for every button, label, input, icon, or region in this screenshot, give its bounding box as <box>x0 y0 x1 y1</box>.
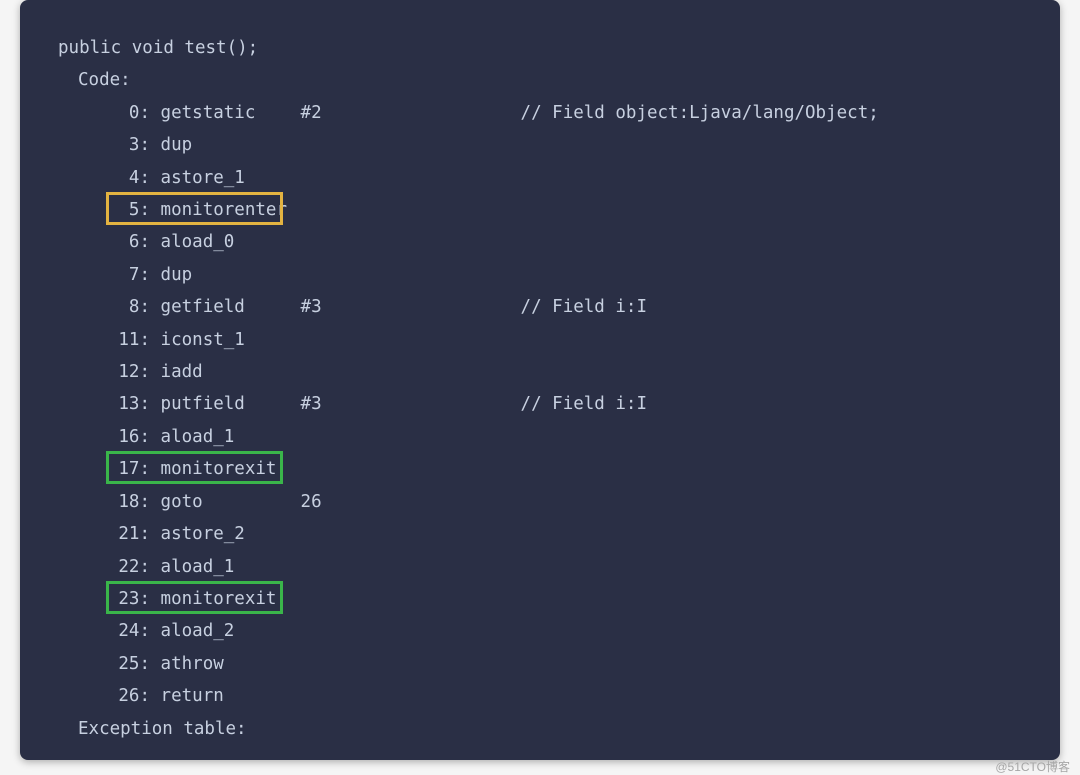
opcode: dup <box>161 129 301 161</box>
opcode: return <box>161 680 301 712</box>
operand: #3 <box>301 291 521 323</box>
line-number: 17: <box>98 453 150 485</box>
bytecode-line: 22: aload_1 <box>58 551 1060 583</box>
bytecode-line: 0: getstatic#2// Field object:Ljava/lang… <box>58 97 1060 129</box>
opcode: monitorenter <box>161 194 301 226</box>
bytecode-line: 12: iadd <box>58 356 1060 388</box>
opcode: monitorexit <box>161 583 301 615</box>
line-number: 12: <box>98 356 150 388</box>
opcode: aload_0 <box>161 226 301 258</box>
operand: 26 <box>301 486 521 518</box>
code-panel: public void test(); Code: 0: getstatic#2… <box>20 0 1060 760</box>
opcode: getstatic <box>161 97 301 129</box>
line-number: 21: <box>98 518 150 550</box>
line-number: 3: <box>98 129 150 161</box>
opcode: iconst_1 <box>161 324 301 356</box>
bytecode-line: 11: iconst_1 <box>58 324 1060 356</box>
opcode: iadd <box>161 356 301 388</box>
bytecode-line: 16: aload_1 <box>58 421 1060 453</box>
operand: #3 <box>301 388 521 420</box>
opcode: getfield <box>161 291 301 323</box>
bytecode-line: 24: aload_2 <box>58 615 1060 647</box>
bytecode-line: 17: monitorexit <box>58 453 1060 485</box>
bytecode-line: 5: monitorenter <box>58 194 1060 226</box>
line-number: 5: <box>98 194 150 226</box>
bytecode-line: 26: return <box>58 680 1060 712</box>
bytecode-line: 23: monitorexit <box>58 583 1060 615</box>
opcode: aload_1 <box>161 421 301 453</box>
line-number: 16: <box>98 421 150 453</box>
bytecode-line: 6: aload_0 <box>58 226 1060 258</box>
line-number: 24: <box>98 615 150 647</box>
opcode: dup <box>161 259 301 291</box>
opcode: astore_2 <box>161 518 301 550</box>
bytecode-line: 3: dup <box>58 129 1060 161</box>
line-number: 7: <box>98 259 150 291</box>
operand: #2 <box>301 97 521 129</box>
bytecode-line: 7: dup <box>58 259 1060 291</box>
method-signature: public void test(); <box>58 32 1060 64</box>
opcode: athrow <box>161 648 301 680</box>
line-number: 8: <box>98 291 150 323</box>
line-number: 23: <box>98 583 150 615</box>
code-label: Code: <box>58 64 1060 96</box>
line-number: 4: <box>98 162 150 194</box>
line-number: 22: <box>98 551 150 583</box>
comment: // Field object:Ljava/lang/Object; <box>521 103 879 123</box>
opcode: goto <box>161 486 301 518</box>
bytecode-line: 13: putfield#3// Field i:I <box>58 388 1060 420</box>
bytecode-line: 4: astore_1 <box>58 162 1060 194</box>
bytecode-line: 8: getfield#3// Field i:I <box>58 291 1060 323</box>
bytecode-line: 18: goto26 <box>58 486 1060 518</box>
opcode: monitorexit <box>161 453 301 485</box>
line-number: 11: <box>98 324 150 356</box>
opcode: aload_2 <box>161 615 301 647</box>
bytecode-line: 21: astore_2 <box>58 518 1060 550</box>
line-number: 25: <box>98 648 150 680</box>
line-number: 6: <box>98 226 150 258</box>
watermark: @51CTO博客 <box>995 758 1070 775</box>
line-number: 18: <box>98 486 150 518</box>
line-number: 13: <box>98 388 150 420</box>
opcode: astore_1 <box>161 162 301 194</box>
opcode: aload_1 <box>161 551 301 583</box>
opcode: putfield <box>161 388 301 420</box>
exception-table-label: Exception table: <box>58 713 1060 745</box>
code-lines-container: 0: getstatic#2// Field object:Ljava/lang… <box>58 97 1060 713</box>
bytecode-line: 25: athrow <box>58 648 1060 680</box>
line-number: 0: <box>98 97 150 129</box>
comment: // Field i:I <box>521 297 647 317</box>
comment: // Field i:I <box>521 394 647 414</box>
line-number: 26: <box>98 680 150 712</box>
